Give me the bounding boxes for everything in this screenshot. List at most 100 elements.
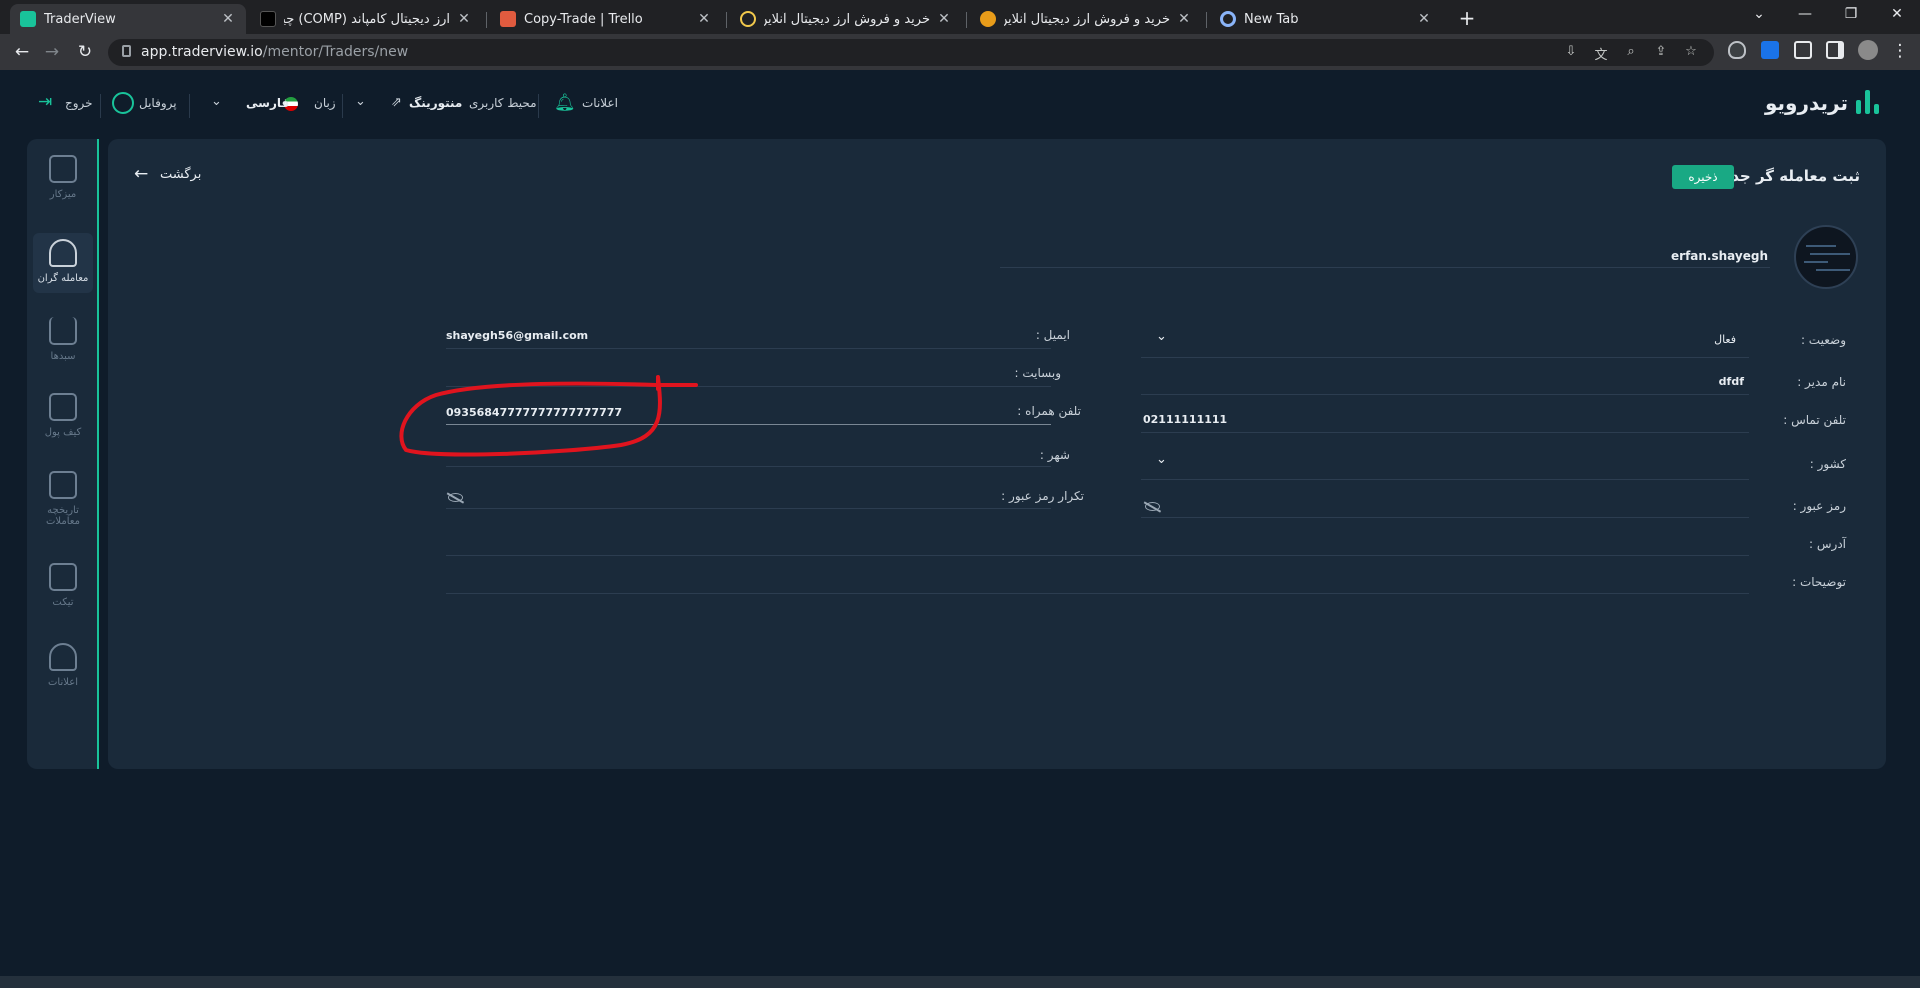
- header-divider: [538, 94, 539, 118]
- tab-separator: [966, 12, 967, 28]
- tab-traderview[interactable]: TraderView ✕: [10, 4, 246, 34]
- wallet-icon: [49, 393, 77, 421]
- address-bar[interactable]: app.traderview.io/mentor/Traders/new ⇩ 文…: [108, 39, 1714, 66]
- language-dropdown-chevron-icon[interactable]: ⌄: [211, 94, 222, 109]
- workspace-dropdown-chevron-icon[interactable]: ⌄: [355, 94, 366, 109]
- tab-title: خرید و فروش ارز دیجیتال آنلاین zari: [764, 11, 930, 27]
- new-tab-button[interactable]: +: [1455, 6, 1479, 30]
- status-underline: [1141, 357, 1749, 358]
- restore-icon[interactable]: ❐: [1836, 6, 1866, 22]
- save-button[interactable]: ذخیره: [1672, 165, 1734, 189]
- sidebar-item-traders[interactable]: معامله گران: [33, 233, 93, 293]
- sidebar-item-notifications[interactable]: اعلانات: [33, 643, 93, 703]
- sidebar-item-label: تیکت: [52, 597, 74, 608]
- back-link[interactable]: برگشت: [160, 167, 201, 182]
- sidebar-item-trade-history[interactable]: تاریخچه معاملات: [33, 471, 93, 543]
- tab-separator: [1206, 12, 1207, 28]
- sidebar-item-label: اعلانات: [48, 677, 78, 688]
- share-icon[interactable]: ⇪: [1652, 44, 1670, 59]
- extensions-puzzle-icon[interactable]: [1794, 41, 1812, 59]
- phone-value[interactable]: 02111111111: [1143, 413, 1227, 426]
- username-value[interactable]: erfan.shayegh: [1671, 249, 1768, 263]
- bell-icon: [49, 643, 77, 671]
- manager-value[interactable]: dfdf: [1719, 375, 1744, 388]
- zoom-icon[interactable]: ⌕: [1622, 44, 1640, 59]
- sidebar-item-label: معامله گران: [37, 273, 89, 284]
- basket-icon: [49, 317, 77, 345]
- back-arrow-icon[interactable]: ←: [134, 164, 148, 184]
- lock-icon: [122, 45, 131, 57]
- translate-icon[interactable]: 文: [1592, 44, 1610, 63]
- blue-extension-icon[interactable]: [1761, 41, 1779, 59]
- browser-menu-icon[interactable]: ⋮: [1888, 41, 1912, 61]
- language-label: زبان: [314, 96, 336, 110]
- country-underline: [1141, 479, 1749, 480]
- profile-link[interactable]: پروفایل: [139, 96, 177, 110]
- sidebar-item-label: کیف پول: [44, 427, 82, 438]
- history-icon: [49, 471, 77, 499]
- description-label: توضیحات :: [1792, 575, 1846, 589]
- url-host: app.traderview.io: [141, 44, 263, 60]
- traders-icon: [49, 239, 77, 267]
- tab-close-icon[interactable]: ✕: [456, 11, 472, 27]
- sidebar-item-label: سبدها: [50, 351, 76, 362]
- logout-icon[interactable]: ⇥: [38, 92, 52, 112]
- password-repeat-visibility-icon[interactable]: [448, 493, 463, 502]
- workspace-value[interactable]: منتورینگ: [409, 96, 462, 110]
- bookmark-star-icon[interactable]: ☆: [1682, 44, 1700, 59]
- tab-close-icon[interactable]: ✕: [220, 11, 236, 27]
- url-path: /mentor/Traders/new: [262, 44, 409, 60]
- app-header: تریدرویو اعلانات 🔔︎ محیط کاربری منتورینگ…: [0, 70, 1920, 140]
- back-icon[interactable]: ←: [10, 42, 34, 62]
- window-close-icon[interactable]: ✕: [1882, 6, 1912, 22]
- phone-label: تلفن تماس :: [1783, 413, 1846, 427]
- country-dropdown-chevron-icon[interactable]: ⌄: [1156, 452, 1167, 467]
- language-value[interactable]: فارسی: [246, 96, 289, 110]
- browser-tab-bar: TraderView ✕ ارز دیجیتال کامپاند (COMP) …: [0, 0, 1920, 34]
- password-visibility-icon[interactable]: [1145, 502, 1160, 511]
- zari-favicon-icon: [740, 11, 756, 27]
- tab-new-tab[interactable]: New Tab ✕: [1210, 4, 1442, 34]
- country-label: کشور :: [1809, 457, 1846, 471]
- url-text: app.traderview.io/mentor/Traders/new: [141, 44, 408, 60]
- tab-search-icon[interactable]: ⌄: [1744, 6, 1774, 22]
- mobile-value[interactable]: 09356847777777777777777: [446, 406, 622, 419]
- trader-avatar[interactable]: [1794, 225, 1858, 289]
- status-dropdown-chevron-icon[interactable]: ⌄: [1156, 329, 1167, 344]
- sidebar-item-wallet[interactable]: کیف پول: [33, 393, 93, 453]
- tab-title: ارز دیجیتال کامپاند (COMP) چیست؟: [284, 11, 450, 27]
- tab-title: New Tab: [1244, 11, 1299, 27]
- reload-icon[interactable]: ↻: [73, 42, 97, 62]
- profile-user-icon[interactable]: [112, 92, 134, 114]
- brand-name: تریدرویو: [1764, 91, 1848, 115]
- website-underline: [446, 386, 1051, 387]
- browser-profile-avatar[interactable]: [1858, 40, 1878, 60]
- tab-trello[interactable]: Copy-Trade | Trello ✕: [490, 4, 722, 34]
- external-link-icon[interactable]: ⇗: [391, 95, 402, 110]
- city-label: شهر :: [1039, 448, 1070, 462]
- sidebar-item-desk[interactable]: میزکار: [33, 155, 93, 215]
- tab-close-icon[interactable]: ✕: [696, 11, 712, 27]
- tab-comp[interactable]: ارز دیجیتال کامپاند (COMP) چیست؟ ✕: [250, 4, 482, 34]
- logout-link[interactable]: خروج: [65, 96, 93, 110]
- notifications-link[interactable]: اعلانات: [582, 96, 618, 110]
- tab-close-icon[interactable]: ✕: [1416, 11, 1432, 27]
- side-panel-icon[interactable]: [1826, 41, 1844, 59]
- tab-close-icon[interactable]: ✕: [1176, 11, 1192, 27]
- manager-underline: [1141, 394, 1749, 395]
- tab-zari[interactable]: خرید و فروش ارز دیجیتال آنلاین zari ✕: [730, 4, 962, 34]
- tab-close-icon[interactable]: ✕: [936, 11, 952, 27]
- header-divider: [342, 94, 343, 118]
- sidebar-item-label: میزکار: [49, 189, 77, 200]
- status-value[interactable]: فعال: [1714, 333, 1736, 346]
- forward-icon[interactable]: →: [40, 42, 64, 62]
- minimize-icon[interactable]: —: [1790, 6, 1820, 22]
- sidebar-item-baskets[interactable]: سبدها: [33, 317, 93, 377]
- email-value[interactable]: shayegh56@gmail.com: [446, 329, 588, 342]
- header-divider: [100, 94, 101, 118]
- install-app-icon[interactable]: ⇩: [1562, 44, 1580, 59]
- shield-extension-icon[interactable]: [1728, 41, 1746, 59]
- bell-icon[interactable]: 🔔︎: [554, 93, 576, 113]
- sidebar-item-ticket[interactable]: تیکت: [33, 563, 93, 623]
- tab-zarbi[interactable]: خرید و فروش ارز دیجیتال آنلاین زربیـ ✕: [970, 4, 1202, 34]
